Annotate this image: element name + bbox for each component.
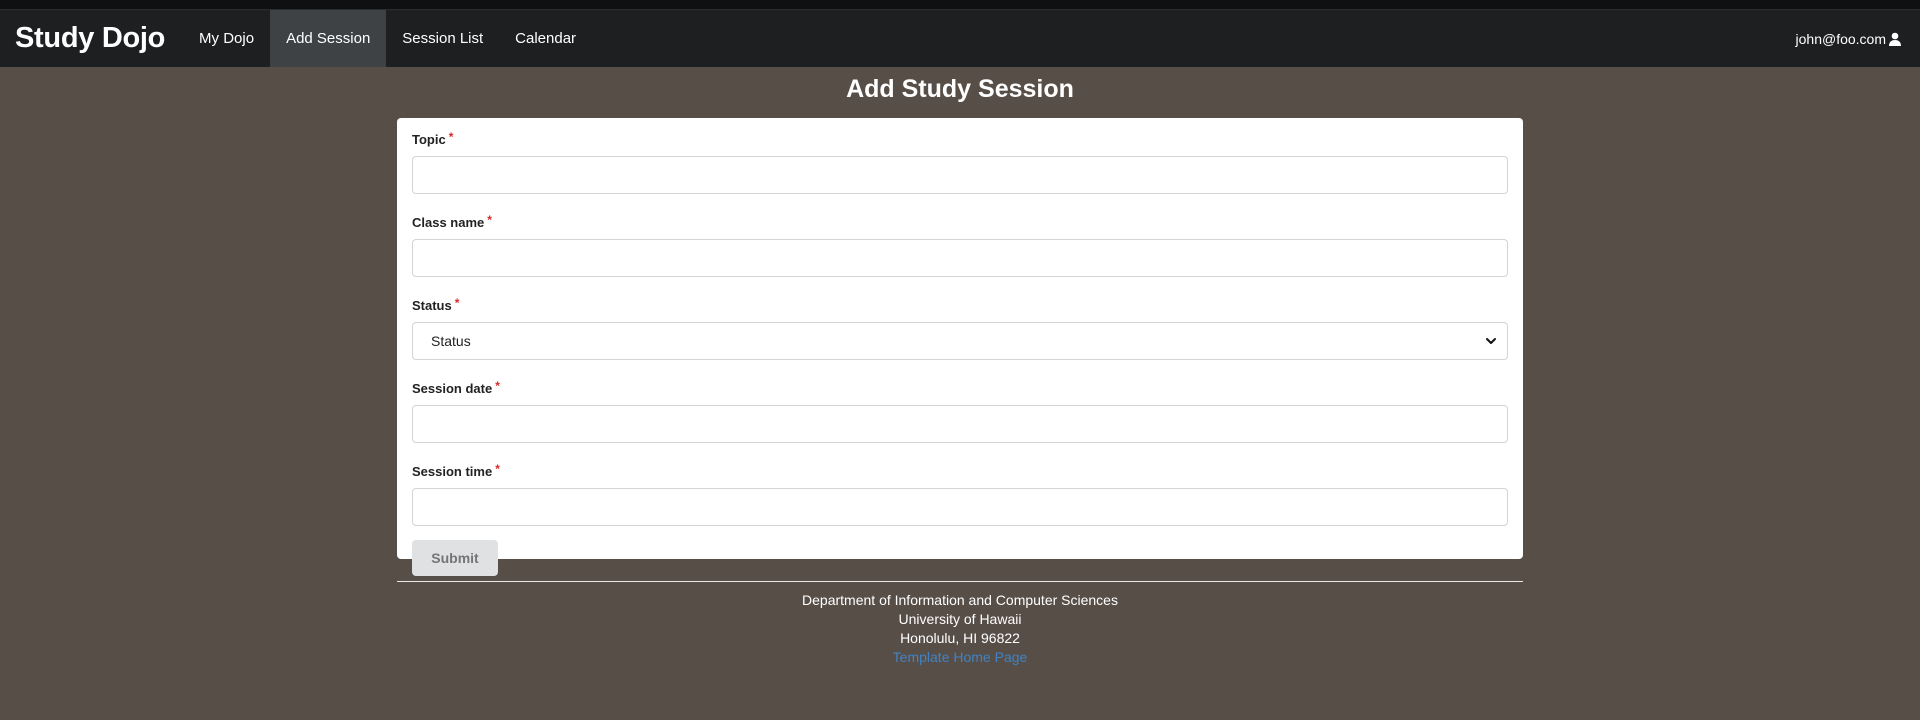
chevron-down-icon: [1485, 334, 1497, 351]
required-marker: *: [454, 296, 460, 310]
nav-item-calendar[interactable]: Calendar: [499, 10, 592, 67]
session-time-label-text: Session time: [412, 464, 493, 479]
status-select[interactable]: Status: [412, 322, 1508, 360]
template-home-link[interactable]: Template Home Page: [893, 649, 1028, 665]
session-date-field: Session date *: [412, 379, 1508, 443]
submit-button[interactable]: Submit: [412, 540, 498, 576]
session-time-input[interactable]: [412, 488, 1508, 526]
footer-address: Honolulu, HI 96822: [900, 630, 1020, 646]
add-session-form: Topic * Class name * Status * Status Ses…: [397, 118, 1523, 576]
class-name-field: Class name *: [412, 213, 1508, 277]
class-name-label-text: Class name: [412, 215, 485, 230]
required-marker: *: [495, 462, 500, 476]
status-selected-value: Status: [431, 333, 471, 349]
required-marker: *: [448, 130, 454, 144]
page-title: Add Study Session: [846, 75, 1074, 103]
topic-field: Topic *: [412, 130, 1508, 194]
class-name-label: Class name *: [412, 213, 1508, 231]
session-time-label: Session time *: [412, 462, 1508, 480]
topic-label-text: Topic: [412, 132, 446, 147]
navbar: Study Dojo My Dojo Add Session Session L…: [0, 10, 1920, 67]
user-email[interactable]: john@foo.com: [1796, 31, 1886, 47]
nav-item-my-dojo[interactable]: My Dojo: [183, 10, 270, 67]
user-menu[interactable]: john@foo.com: [1796, 10, 1902, 67]
session-time-field: Session time *: [412, 462, 1508, 526]
user-icon: [1888, 32, 1902, 46]
footer-divider: [397, 581, 1523, 582]
status-label: Status *: [412, 296, 1508, 314]
class-name-input[interactable]: [412, 239, 1508, 277]
footer: Department of Information and Computer S…: [397, 591, 1523, 667]
nav-item-add-session[interactable]: Add Session: [270, 10, 387, 67]
session-date-input[interactable]: [412, 405, 1508, 443]
session-date-label: Session date *: [412, 379, 1508, 397]
top-strip: [0, 0, 1920, 10]
status-field: Status * Status: [412, 296, 1508, 360]
footer-university: University of Hawaii: [898, 611, 1022, 627]
status-label-text: Status: [412, 298, 452, 313]
footer-department: Department of Information and Computer S…: [802, 592, 1118, 608]
required-marker: *: [487, 213, 492, 227]
session-date-label-text: Session date: [412, 381, 493, 396]
topic-label: Topic *: [412, 130, 1508, 148]
nav-item-session-list[interactable]: Session List: [386, 10, 499, 67]
brand-logo[interactable]: Study Dojo: [0, 10, 183, 67]
topic-input[interactable]: [412, 156, 1508, 194]
required-marker: *: [495, 379, 500, 393]
